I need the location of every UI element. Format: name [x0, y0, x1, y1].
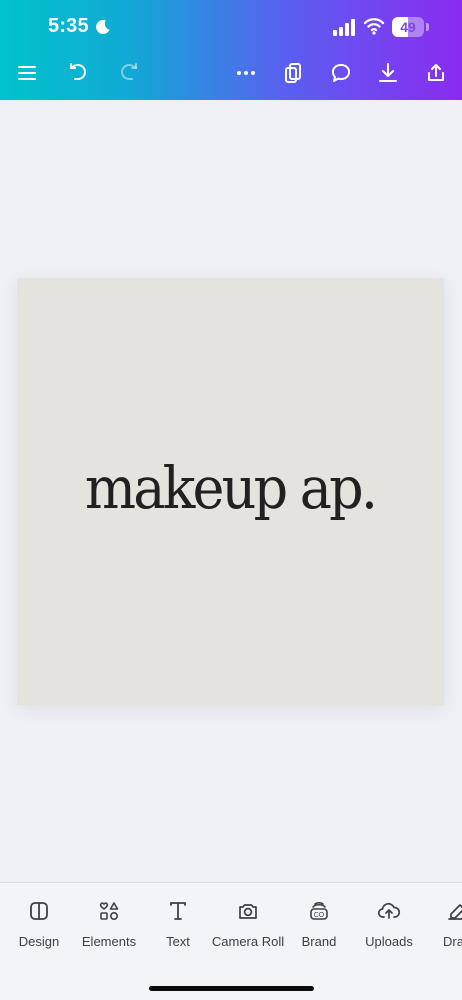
moon-icon	[95, 19, 111, 35]
undo-button[interactable]	[63, 58, 93, 88]
bottom-nav-label: Elements	[81, 934, 137, 949]
battery-body: 49	[392, 17, 424, 37]
download-icon	[379, 63, 397, 82]
wifi-icon	[363, 16, 385, 36]
download-button[interactable]	[373, 58, 403, 88]
pages-icon	[285, 63, 301, 83]
bottom-nav-label: Uploads	[365, 934, 413, 949]
comment-icon	[332, 64, 350, 82]
bottom-nav-brand[interactable]: CO Brand	[279, 899, 359, 957]
bottom-nav-text[interactable]: Text	[138, 899, 218, 957]
top-toolbar: 5:35 49	[0, 0, 462, 100]
elements-icon	[97, 899, 121, 923]
bottom-nav-draw[interactable]: Dra	[422, 899, 462, 957]
bottom-nav-label: Design	[18, 934, 60, 949]
design-text[interactable]: makeup ap.	[85, 454, 378, 522]
bottom-nav-elements[interactable]: Elements	[69, 899, 149, 957]
status-time: 5:35	[48, 15, 89, 37]
bottom-nav-label: Text	[166, 934, 190, 949]
camera-icon	[236, 899, 260, 923]
bottom-nav-camera-roll[interactable]: Camera Roll	[208, 899, 288, 957]
signal-bars-icon	[332, 18, 356, 36]
comment-button[interactable]	[326, 58, 356, 88]
text-icon	[166, 899, 190, 923]
menu-icon	[18, 66, 36, 80]
share-button[interactable]	[421, 58, 451, 88]
design-icon	[27, 899, 51, 923]
brand-icon: CO	[307, 899, 331, 923]
design-page[interactable]: makeup ap.	[17, 278, 444, 705]
upload-cloud-icon	[377, 899, 401, 923]
battery-tip	[426, 23, 429, 31]
redo-button[interactable]	[114, 58, 144, 88]
bottom-nav-label: Dra	[443, 934, 462, 949]
battery-icon: 49	[392, 17, 430, 37]
undo-icon	[70, 63, 86, 80]
bottom-nav-uploads[interactable]: Uploads	[349, 899, 429, 957]
more-button[interactable]	[231, 58, 261, 88]
bottom-nav-design[interactable]: Design	[0, 899, 79, 957]
battery-level: 49	[400, 19, 416, 35]
share-icon	[428, 64, 444, 81]
more-icon	[237, 71, 255, 75]
home-indicator	[149, 986, 314, 991]
draw-icon	[446, 899, 462, 923]
pages-button[interactable]	[278, 58, 308, 88]
bottom-navigation: Design Elements Text Camera Roll CO Bran…	[0, 883, 462, 1000]
bottom-nav-label: Brand	[301, 934, 337, 949]
menu-button[interactable]	[12, 58, 42, 88]
svg-text:CO: CO	[314, 912, 325, 919]
redo-icon	[121, 63, 137, 80]
bottom-nav-label: Camera Roll	[211, 934, 285, 949]
